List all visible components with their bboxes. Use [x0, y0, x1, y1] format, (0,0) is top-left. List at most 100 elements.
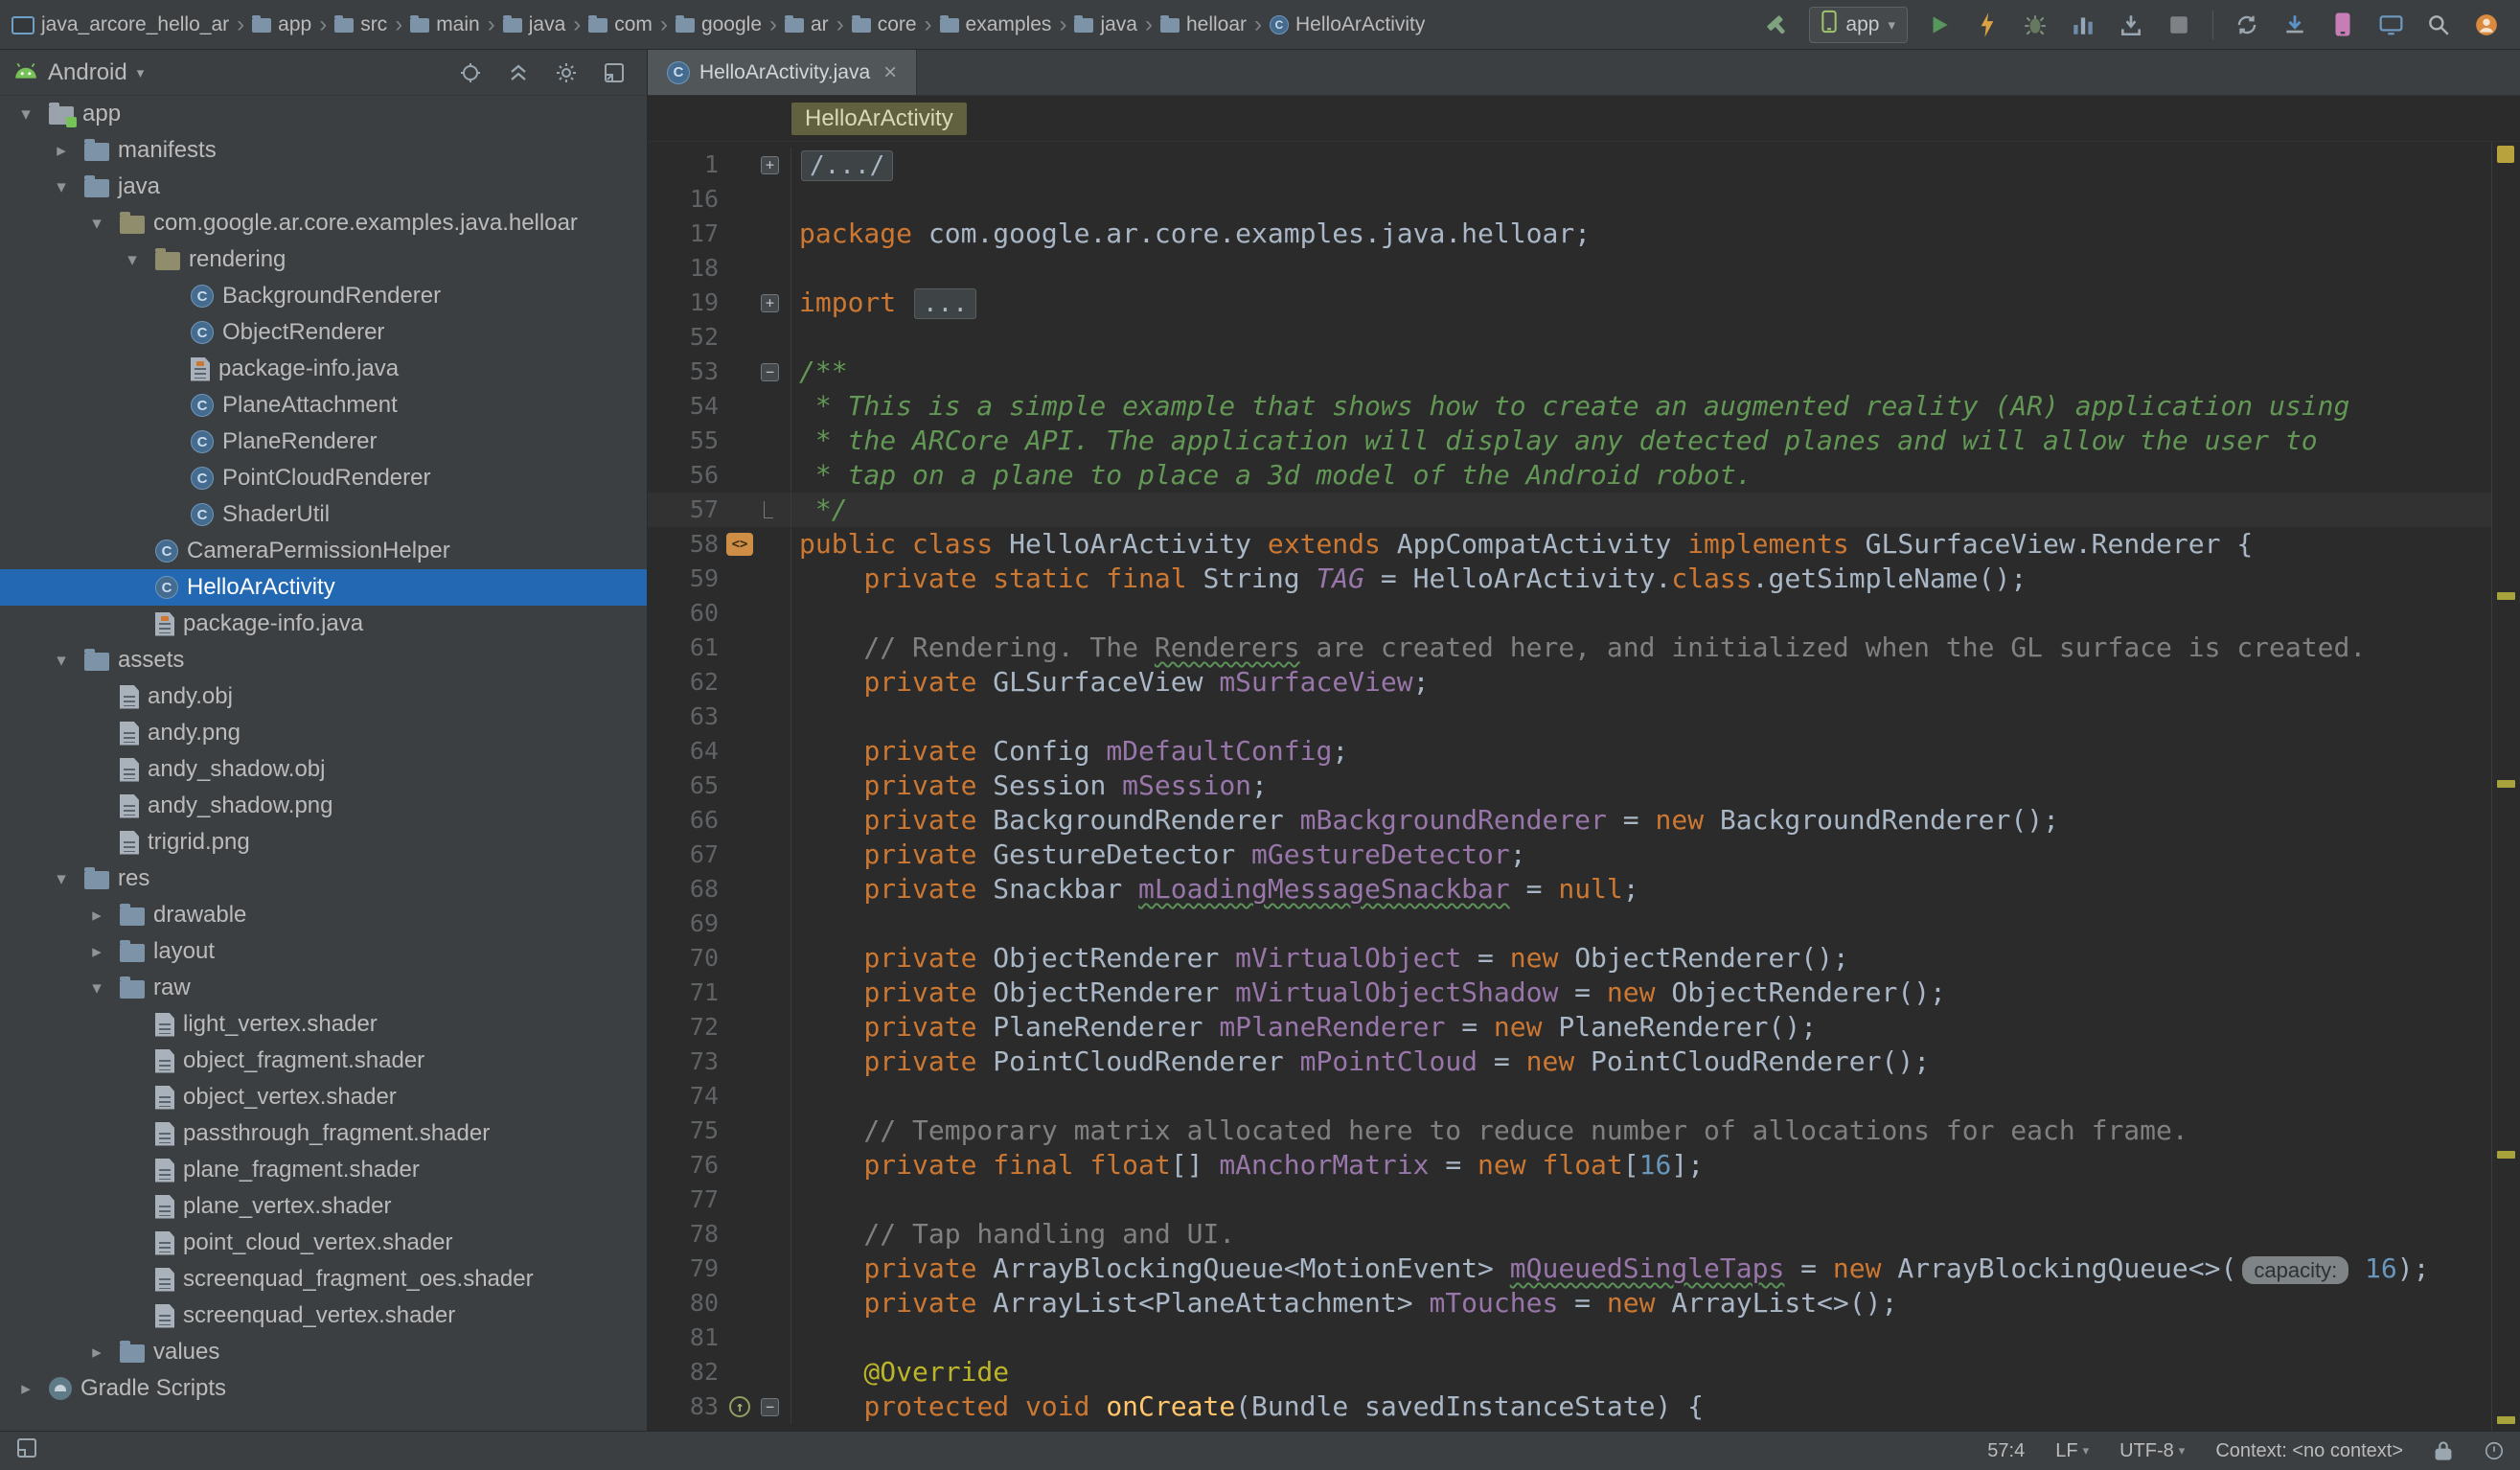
run-config-select[interactable]: app ▾	[1809, 7, 1908, 43]
tree-item[interactable]: andy_shadow.png	[0, 788, 647, 824]
code-line[interactable]: 74	[648, 1079, 2491, 1114]
tree-item[interactable]: PlaneRenderer	[0, 424, 647, 460]
code-line[interactable]: 76 private final float[] mAnchorMatrix =…	[648, 1148, 2491, 1183]
context-indicator[interactable]: Context: <no context>	[2215, 1440, 2403, 1462]
related-symbol-icon[interactable]: <>	[726, 533, 753, 556]
attach-debugger-button[interactable]	[2109, 5, 2153, 45]
code-line[interactable]: 52	[648, 320, 2491, 355]
breadcrumb-item[interactable]: java_arcore_hello_ar	[11, 13, 229, 36]
code-line[interactable]: 80 private ArrayList<PlaneAttachment> mT…	[648, 1286, 2491, 1321]
code-line[interactable]: 18	[648, 251, 2491, 286]
tree-item[interactable]: BackgroundRenderer	[0, 278, 647, 314]
run-button[interactable]	[1917, 5, 1961, 45]
expand-arrow[interactable]: ▸	[11, 1378, 40, 1400]
expand-arrow[interactable]: ▸	[82, 1342, 111, 1364]
code-line[interactable]: 61 // Rendering. The Renderers are creat…	[648, 631, 2491, 665]
code-line[interactable]: 68 private Snackbar mLoadingMessageSnack…	[648, 872, 2491, 907]
tree-item[interactable]: screenquad_fragment_oes.shader	[0, 1261, 647, 1298]
code-line[interactable]: 77	[648, 1183, 2491, 1217]
expand-arrow[interactable]: ▸	[82, 941, 111, 963]
code-line[interactable]: 60	[648, 596, 2491, 631]
tree-item[interactable]: object_vertex.shader	[0, 1079, 647, 1115]
warning-mark[interactable]	[2497, 780, 2515, 788]
code-line[interactable]: 17package com.google.ar.core.examples.ja…	[648, 217, 2491, 251]
code-line[interactable]: 19+import ...	[648, 286, 2491, 320]
tree-item[interactable]: ▾assets	[0, 642, 647, 678]
breadcrumb-item[interactable]: core	[852, 13, 917, 36]
override-method-icon[interactable]: ↑	[729, 1396, 750, 1417]
breadcrumb-item[interactable]: com	[588, 13, 653, 36]
code-line[interactable]: 58<>public class HelloArActivity extends…	[648, 527, 2491, 562]
code-line[interactable]: 83↑− protected void onCreate(Bundle save…	[648, 1390, 2491, 1424]
breadcrumb-item[interactable]: app	[252, 13, 311, 36]
code-line[interactable]: 81	[648, 1321, 2491, 1355]
code-line[interactable]: 66 private BackgroundRenderer mBackgroun…	[648, 803, 2491, 838]
expand-arrow[interactable]: ▾	[47, 176, 76, 198]
tree-item[interactable]: ▾java	[0, 169, 647, 205]
tree-item[interactable]: ▾res	[0, 861, 647, 897]
code-line[interactable]: 72 private PlaneRenderer mPlaneRenderer …	[648, 1010, 2491, 1045]
code-line[interactable]: 56 * tap on a plane to place a 3d model …	[648, 458, 2491, 493]
avatar[interactable]	[2464, 5, 2509, 45]
breadcrumb-item[interactable]: java	[503, 13, 566, 36]
tree-item[interactable]: point_cloud_vertex.shader	[0, 1225, 647, 1261]
debug-button[interactable]	[2013, 5, 2057, 45]
expand-arrow[interactable]: ▾	[47, 650, 76, 672]
stop-button[interactable]	[2157, 5, 2201, 45]
tree-item[interactable]: ▾raw	[0, 970, 647, 1006]
tree-item[interactable]: ▸values	[0, 1334, 647, 1370]
tree-item[interactable]: PointCloudRenderer	[0, 460, 647, 496]
code-editor[interactable]: 1+/.../1617package com.google.ar.core.ex…	[648, 142, 2491, 1431]
code-line[interactable]: 57 */	[648, 493, 2491, 527]
code-line[interactable]: 55 * the ARCore API. The application wil…	[648, 424, 2491, 458]
device-monitor-button[interactable]	[2369, 5, 2413, 45]
tree-item[interactable]: ▸layout	[0, 933, 647, 970]
cursor-position[interactable]: 57:4	[1987, 1440, 2025, 1462]
tree-item[interactable]: andy.obj	[0, 678, 647, 715]
tree-item[interactable]: ShaderUtil	[0, 496, 647, 533]
code-line[interactable]: 54 * This is a simple example that shows…	[648, 389, 2491, 424]
expand-arrow[interactable]: ▾	[11, 103, 40, 126]
code-line[interactable]: 73 private PointCloudRenderer mPointClou…	[648, 1045, 2491, 1079]
fold-plus-icon[interactable]: +	[761, 294, 779, 312]
breadcrumb-item[interactable]: ar	[785, 13, 829, 36]
code-line[interactable]: 53−/**	[648, 355, 2491, 389]
breadcrumb-item[interactable]: helloar	[1160, 13, 1247, 36]
tree-item[interactable]: PlaneAttachment	[0, 387, 647, 424]
tree-item[interactable]: plane_fragment.shader	[0, 1152, 647, 1188]
lock-icon[interactable]	[2434, 1440, 2453, 1461]
close-tab-icon[interactable]: ×	[883, 59, 897, 86]
warning-mark[interactable]	[2497, 1151, 2515, 1159]
editor-tab[interactable]: HelloArActivity.java ×	[648, 50, 917, 95]
breadcrumb-item[interactable]: google	[676, 13, 762, 36]
tree-item[interactable]: object_fragment.shader	[0, 1043, 647, 1079]
expand-arrow[interactable]: ▾	[118, 249, 147, 271]
breadcrumb-item[interactable]: HelloArActivity	[791, 103, 967, 135]
tree-item[interactable]: andy.png	[0, 715, 647, 751]
tree-item[interactable]: plane_vertex.shader	[0, 1188, 647, 1225]
tree-item[interactable]: ▾rendering	[0, 241, 647, 278]
inspection-indicator[interactable]	[2497, 146, 2514, 163]
code-line[interactable]: 69	[648, 907, 2491, 941]
tree-item[interactable]: ▸Gradle Scripts	[0, 1370, 647, 1407]
code-line[interactable]: 67 private GestureDetector mGestureDetec…	[648, 838, 2491, 872]
warning-mark[interactable]	[2497, 592, 2515, 600]
tree-item[interactable]: ▸manifests	[0, 132, 647, 169]
fold-minus-icon[interactable]: −	[761, 1398, 779, 1416]
profiler-button[interactable]	[2061, 5, 2105, 45]
code-line[interactable]: 1+/.../	[648, 148, 2491, 182]
scrollbar-stripe[interactable]	[2491, 142, 2520, 1431]
code-line[interactable]: 78 // Tap handling and UI.	[648, 1217, 2491, 1252]
encoding-indicator[interactable]: UTF-8▾	[2119, 1440, 2185, 1462]
warning-mark[interactable]	[2497, 1416, 2515, 1424]
expand-arrow[interactable]: ▸	[47, 140, 76, 162]
code-line[interactable]: 64 private Config mDefaultConfig;	[648, 734, 2491, 769]
code-line[interactable]: 59 private static final String TAG = Hel…	[648, 562, 2491, 596]
breadcrumb-item[interactable]: src	[334, 13, 387, 36]
code-line[interactable]: 70 private ObjectRenderer mVirtualObject…	[648, 941, 2491, 976]
code-line[interactable]: 16	[648, 182, 2491, 217]
breadcrumb-item[interactable]: HelloArActivity	[1270, 13, 1425, 36]
fold-minus-icon[interactable]: −	[761, 363, 779, 381]
sync-project-button[interactable]	[2225, 5, 2269, 45]
breadcrumb-item[interactable]: main	[410, 13, 480, 36]
